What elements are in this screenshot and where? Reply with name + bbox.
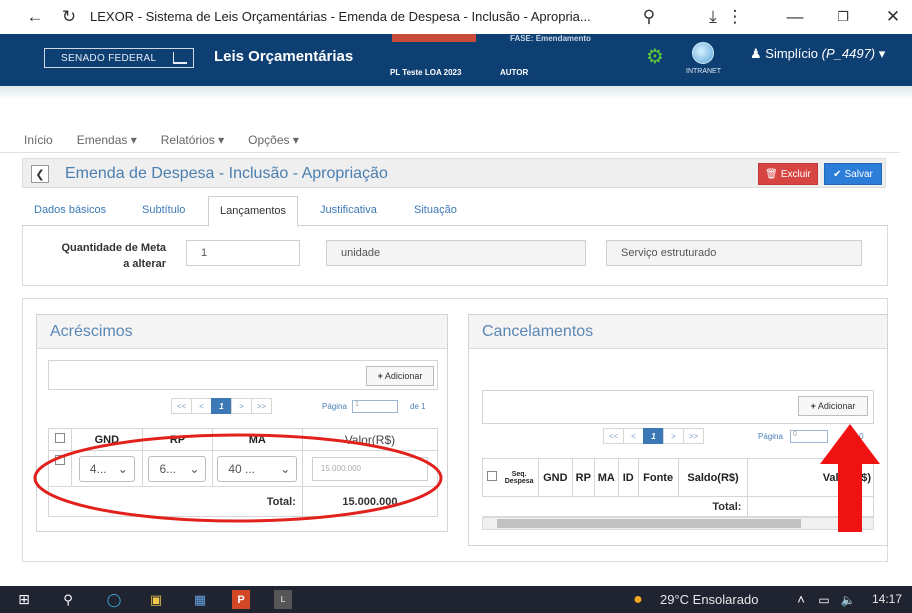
quantity-input[interactable]: 1: [186, 240, 300, 266]
divider: [0, 152, 900, 153]
tab-justificativa[interactable]: Justificativa: [320, 204, 377, 216]
col-fonte[interactable]: Fonte: [637, 458, 679, 497]
windows-start-icon[interactable]: ⊞: [14, 590, 34, 609]
network-icon[interactable]: ▭: [816, 590, 832, 609]
nav-inicio[interactable]: Início: [24, 133, 53, 147]
reload-icon[interactable]: ↻: [56, 4, 82, 30]
user-icon: ♟: [750, 46, 762, 61]
pager-first[interactable]: <<: [171, 398, 192, 414]
pager-first[interactable]: <<: [603, 428, 624, 444]
col-seq-despesa[interactable]: Seq. Despesa: [500, 458, 539, 497]
tab-dados-basicos[interactable]: Dados básicos: [34, 204, 106, 216]
nav-relatorios[interactable]: Relatórios ▾: [161, 133, 224, 147]
tab-bar: Dados básicos Subtítulo Lançamentos Just…: [22, 196, 888, 227]
check-icon: ✔: [833, 168, 842, 180]
tab-situacao[interactable]: Situação: [414, 204, 457, 216]
col-gnd[interactable]: GND: [537, 458, 573, 497]
gear-icon[interactable]: ⚙: [646, 44, 664, 69]
acrescimos-add-button[interactable]: + Adicionar: [366, 366, 434, 386]
chevron-up-icon[interactable]: ˄: [794, 590, 808, 609]
tab-subtitulo[interactable]: Subtítulo: [142, 204, 185, 216]
col-ma[interactable]: MA: [593, 458, 619, 497]
page-number-input[interactable]: 1: [352, 400, 398, 413]
total-label: Total:: [482, 496, 749, 517]
minimize-icon[interactable]: —: [782, 4, 808, 30]
browser-toolbar: ← ↻ LEXOR - Sistema de Leis Orçamentária…: [0, 0, 912, 34]
select-all-checkbox[interactable]: [486, 471, 497, 481]
scrollbar-thumb[interactable]: [497, 519, 801, 528]
search-icon[interactable]: ⚲: [58, 590, 78, 609]
fase-label: FASE: Emendamento: [510, 34, 591, 43]
lexor-app-icon[interactable]: L: [274, 590, 292, 609]
salvar-button[interactable]: ✔ Salvar: [824, 163, 882, 185]
pl-label: PL Teste LOA 2023: [390, 68, 462, 77]
header-shadow: [0, 86, 912, 100]
red-arrow-annotation: [820, 424, 880, 532]
plus-icon: +: [377, 371, 383, 381]
edge-icon[interactable]: ◯: [104, 590, 124, 609]
kebab-menu-icon[interactable]: ⋮: [722, 4, 748, 30]
pager-next[interactable]: >: [663, 428, 684, 444]
volume-icon[interactable]: 🔈: [838, 590, 858, 609]
browser-tab-title: LEXOR - Sistema de Leis Orçamentárias - …: [90, 9, 591, 24]
col-rp[interactable]: RP: [571, 458, 595, 497]
close-icon[interactable]: ✕: [880, 4, 906, 30]
page-of-label: de 1: [410, 402, 426, 411]
acrescimos-pager: << < 1 > >>: [171, 398, 272, 414]
zoom-icon[interactable]: ⚲: [636, 4, 662, 30]
autor-label: AUTOR: [500, 68, 529, 77]
clock[interactable]: 14:17: [872, 592, 902, 606]
page-header: ❮ Emenda de Despesa - Inclusão - Apropri…: [22, 158, 886, 188]
tab-lancamentos[interactable]: Lançamentos: [208, 196, 299, 227]
pager-prev[interactable]: <: [191, 398, 212, 414]
cancelamentos-add-button[interactable]: + Adicionar: [798, 396, 868, 416]
page-title: Emenda de Despesa - Inclusão - Apropriaç…: [65, 165, 388, 182]
powerpoint-icon[interactable]: P: [232, 590, 250, 609]
trash-icon: 🗑: [765, 168, 778, 180]
product-field: Serviço estruturado: [606, 240, 862, 266]
restore-icon[interactable]: ❐: [830, 4, 856, 30]
weather-icon: ●: [633, 590, 643, 608]
arrow-left-icon[interactable]: ←: [22, 4, 48, 30]
plus-icon: +: [810, 401, 816, 411]
horizontal-scrollbar[interactable]: [482, 517, 874, 530]
weather-text[interactable]: 29°C Ensolarado: [660, 592, 758, 607]
meta-label: Quantidade de Meta a alterar: [61, 242, 166, 270]
nav-opcoes[interactable]: Opções ▾: [248, 133, 299, 147]
unit-field: unidade: [326, 240, 586, 266]
pager-last[interactable]: >>: [683, 428, 704, 444]
acrescimos-title: Acréscimos: [37, 315, 447, 349]
excluir-button[interactable]: 🗑 Excluir: [758, 163, 818, 185]
back-button[interactable]: ❮: [31, 165, 49, 183]
pager-next[interactable]: >: [231, 398, 252, 414]
total-row: Total:: [482, 496, 874, 517]
cancelamentos-pager: << < 1 > >>: [603, 428, 704, 444]
taskbar: ⊞ ⚲ ◯ ▣ ▦ P L ● 29°C Ensolarado ˄ ▭ 🔈 14…: [0, 586, 912, 613]
intranet-icon[interactable]: [692, 42, 714, 64]
col-saldo[interactable]: Saldo(R$): [677, 458, 749, 497]
highlight-ellipse: [33, 433, 443, 523]
app-title[interactable]: Leis Orçamentárias: [214, 48, 353, 65]
user-menu[interactable]: ♟ Simplício (P_4497) ▾: [750, 46, 885, 62]
pager-last[interactable]: >>: [251, 398, 272, 414]
pager-prev[interactable]: <: [623, 428, 644, 444]
file-explorer-icon[interactable]: ▣: [146, 590, 166, 609]
caret-down-icon: ▾: [878, 46, 886, 61]
top-nav: Início Emendas ▾ Relatórios ▾ Opções ▾: [24, 133, 299, 147]
intranet-label: INTRANET: [686, 68, 721, 75]
pager-current[interactable]: 1: [211, 398, 232, 414]
nomeacao-badge: [392, 34, 476, 42]
calendar-app-icon[interactable]: ▦: [190, 590, 210, 609]
nav-emendas[interactable]: Emendas ▾: [77, 133, 137, 147]
cancelamentos-title: Cancelamentos: [469, 315, 887, 349]
page-label: Página: [322, 402, 347, 411]
pager-current[interactable]: 1: [643, 428, 664, 444]
page-label: Página: [758, 432, 783, 441]
col-id[interactable]: ID: [617, 458, 639, 497]
table-header-row: Seq. Despesa GND RP MA ID Fonte Saldo(R$…: [482, 458, 874, 497]
senado-logo[interactable]: SENADO FEDERAL: [44, 48, 194, 68]
cancelamentos-table: Seq. Despesa GND RP MA ID Fonte Saldo(R$…: [482, 458, 874, 517]
